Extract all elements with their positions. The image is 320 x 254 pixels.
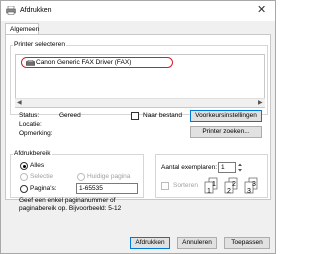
current-page-radio[interactable] [77, 173, 85, 181]
copies-input[interactable]: 1 [218, 162, 236, 173]
title-bar: Afdrukken ✕ [1, 1, 275, 21]
preferences-button[interactable]: Voorkeursinstellingen [190, 110, 262, 122]
printer-icon [6, 6, 16, 15]
collate-checkbox[interactable] [161, 182, 169, 190]
cancel-button[interactable]: Annuleren [177, 237, 217, 249]
find-printer-button[interactable]: Printer zoeken... [190, 126, 262, 138]
printer-select-group-label: Printer selecteren [13, 41, 66, 48]
scroll-left-icon[interactable]: ◀ [17, 99, 22, 106]
copies-stepper-icon[interactable] [237, 162, 243, 173]
print-to-file-checkbox[interactable] [131, 112, 139, 120]
collate-page-number: 1 [212, 181, 216, 188]
printer-list-scrollbar[interactable]: ◀ ▶ [15, 98, 265, 107]
printer-name: Canon Generic FAX Driver (FAX) [36, 59, 132, 66]
status-value: Gereed [59, 112, 81, 119]
collate-page-number: 3 [252, 181, 256, 188]
print-dialog: Afdrukken ✕ Algemeen Printer selecteren … [0, 0, 276, 254]
collate-page-number: 2 [232, 181, 236, 188]
pages-input[interactable]: 1-65535 [76, 183, 138, 194]
close-icon[interactable]: ✕ [257, 4, 266, 16]
tab-general-label: Algemeen [10, 26, 40, 33]
print-to-file-label: Naar bestand [143, 112, 183, 119]
pages-label: Pagina's: [30, 185, 57, 192]
printer-list-item[interactable]: Canon Generic FAX Driver (FAX) [21, 57, 173, 68]
scroll-right-icon[interactable]: ▶ [258, 99, 263, 106]
collate-label: Sorteren [173, 182, 198, 189]
copies-label: Aantal exemplaren: [161, 164, 218, 171]
pages-radio[interactable] [20, 185, 28, 193]
selection-radio[interactable] [20, 173, 28, 181]
all-pages-radio[interactable] [20, 162, 28, 170]
all-pages-label: Alles [30, 162, 45, 169]
fax-printer-icon [26, 60, 35, 66]
print-button[interactable]: Afdrukken [130, 237, 170, 249]
collate-page-number: 1 [207, 188, 211, 195]
page-range-hint: Geef een enkel paginanummer of paginaber… [19, 197, 122, 212]
collate-page-number: 3 [247, 188, 251, 195]
status-label: Status: [19, 112, 40, 119]
collate-page-number: 2 [227, 188, 231, 195]
page-range-group-label: Afdrukbereik [13, 150, 52, 157]
apply-button[interactable]: Toepassen [224, 237, 270, 249]
window-title: Afdrukken [20, 7, 52, 14]
selection-label: Selectie [30, 173, 54, 180]
comment-label: Opmerking: [19, 130, 53, 137]
location-label: Locatie: [19, 121, 42, 128]
current-page-label: Huidige pagina [87, 173, 131, 180]
